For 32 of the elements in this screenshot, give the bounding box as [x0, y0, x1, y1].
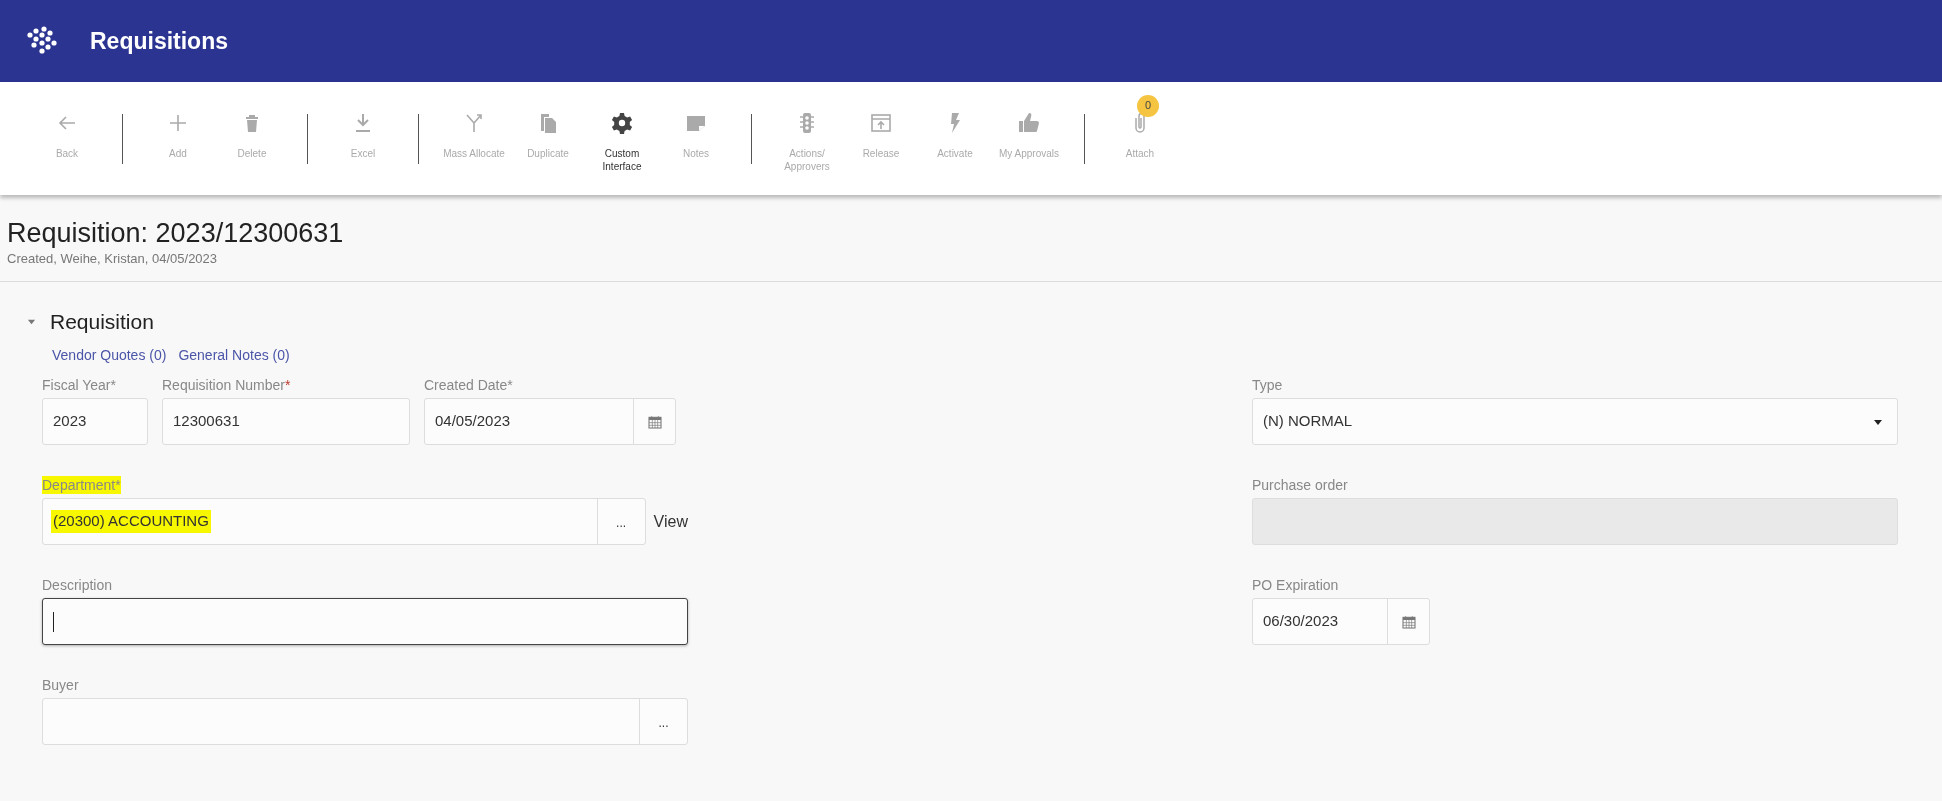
- view-link[interactable]: View: [653, 509, 688, 534]
- lookup-button[interactable]: ...: [639, 699, 687, 744]
- input-field[interactable]: [42, 598, 688, 645]
- date-field[interactable]: 04/05/2023: [424, 398, 676, 445]
- link[interactable]: General Notes (0): [178, 345, 290, 366]
- calendar-icon: [646, 413, 663, 430]
- field-label: Buyer: [42, 676, 79, 694]
- input-field[interactable]: 2023: [42, 398, 148, 445]
- field-label: Type: [1252, 376, 1283, 394]
- lookup-field[interactable]: ...: [42, 698, 688, 745]
- calendar-icon: [1400, 613, 1417, 630]
- lookup-field[interactable]: (20300) ACCOUNTING ...: [42, 498, 646, 545]
- dropdown[interactable]: (N) NORMAL: [1252, 398, 1898, 445]
- field-label: Created Date*: [424, 376, 513, 394]
- field-label: Department*: [42, 476, 121, 494]
- count-badge: 0: [1137, 94, 1159, 117]
- input-field[interactable]: 12300631: [162, 398, 410, 445]
- page-title: Requisition: 2023/12300631: [7, 217, 345, 249]
- field-label: PO Expiration: [1252, 576, 1339, 594]
- field-label: Description: [42, 576, 113, 594]
- link[interactable]: Vendor Quotes (0): [52, 345, 167, 366]
- date-field[interactable]: 06/30/2023: [1252, 598, 1430, 645]
- field-label: Purchase order: [1252, 476, 1348, 494]
- app-title: Requisitions: [90, 26, 228, 56]
- lookup-button[interactable]: ...: [596, 499, 645, 544]
- section-header[interactable]: Requisition: [27, 305, 154, 337]
- toolbar-button[interactable]: Custom Interface: [585, 98, 659, 179]
- field-label: Requisition Number*: [162, 376, 291, 394]
- field-label: Fiscal Year*: [42, 376, 116, 394]
- thumbs-up-icon: [1017, 110, 1041, 135]
- page-subtitle: Created, Weihe, Kristan, 04/05/2023: [7, 250, 219, 268]
- settings-icon: [610, 110, 634, 135]
